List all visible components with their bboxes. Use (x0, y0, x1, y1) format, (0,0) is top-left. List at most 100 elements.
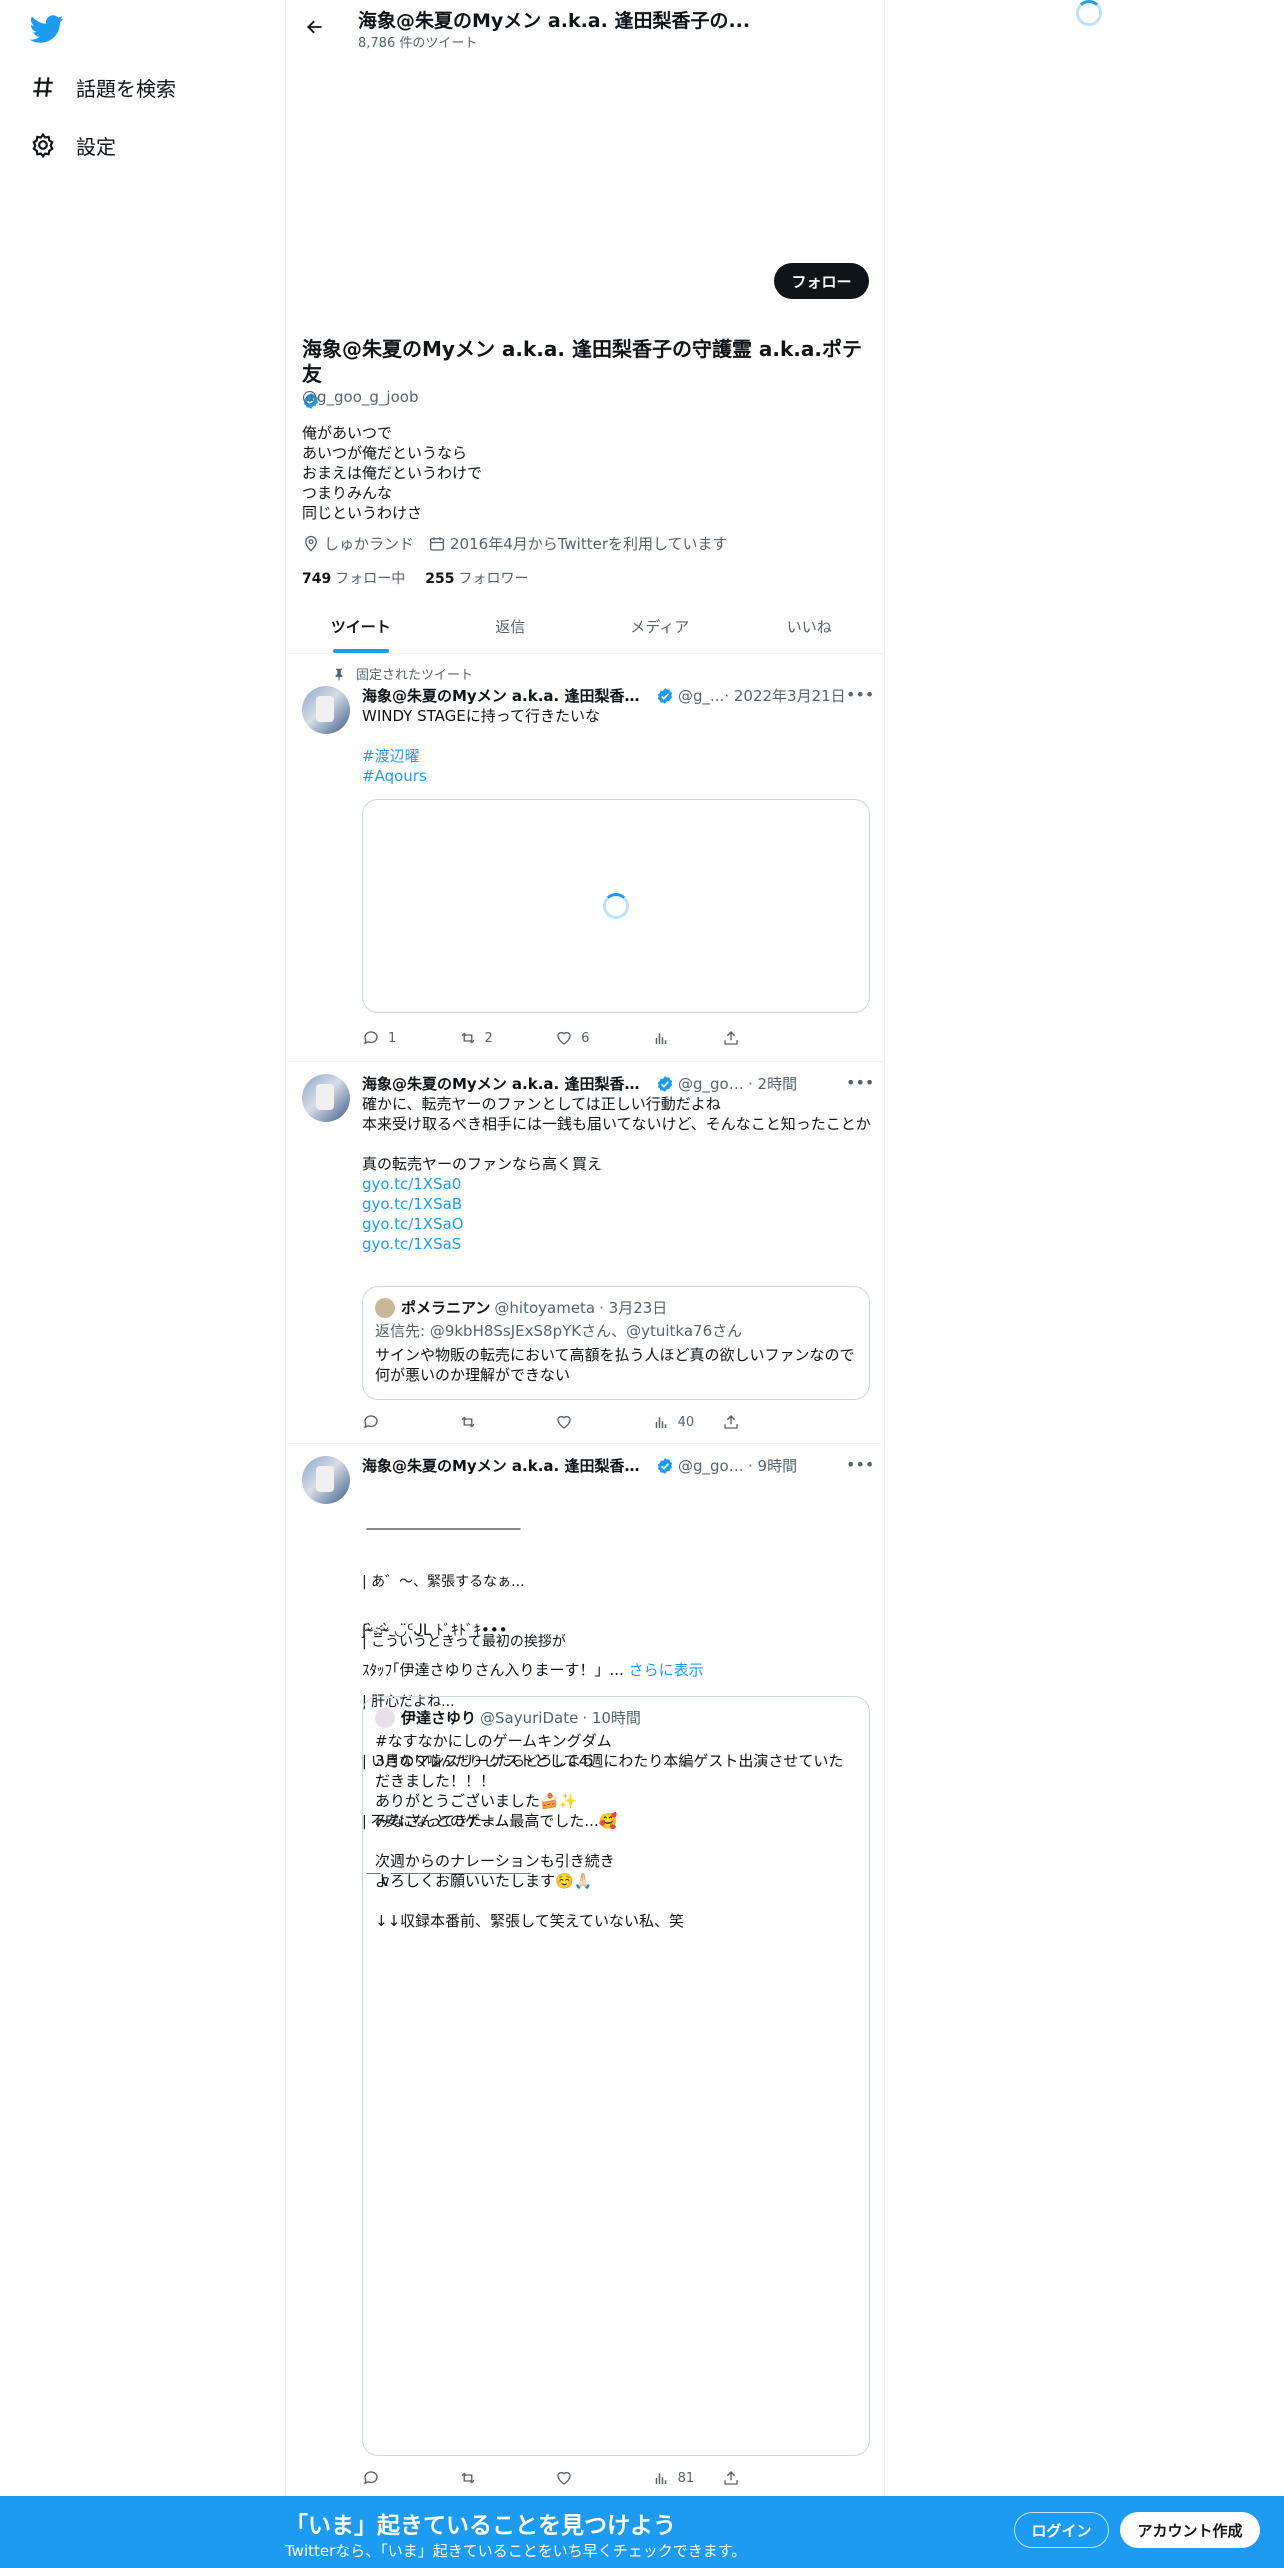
tweet-line-text: ｽﾀｯﾌ｢伊達さゆりさん入りまーす！」... (362, 1661, 624, 1679)
tweet-time[interactable]: · 2時間 (748, 1073, 797, 1094)
quote-author-name: ポメラニアン (401, 1299, 491, 1317)
media-placeholder[interactable] (362, 799, 870, 1013)
heart-icon (557, 1031, 571, 1045)
url-link[interactable]: gyo.tc/1XSaB (362, 1194, 872, 1214)
tweet[interactable]: 海象@朱夏のMyメン a.k.a. 逢田梨香子の守... @g_goo... ·… (286, 1444, 884, 2500)
quote-text: #なすなかにしのゲームキングダム 3月のマンスリーゲストとして4週にわたり本編ゲ… (375, 1731, 859, 1931)
twitter-logo-icon[interactable] (29, 12, 64, 46)
share-button[interactable] (722, 2468, 792, 2488)
tweet[interactable]: 海象@朱夏のMyメン a.k.a. 逢田梨香子の守... @g_goo... ·… (286, 1062, 884, 1444)
quote-line: 次週からのナレーションも引き続き (375, 1852, 615, 1870)
retweet-button[interactable] (459, 2468, 556, 2488)
show-more-link[interactable]: さらに表示 (629, 1661, 704, 1679)
profile-tabs: ツイート 返信 メディア いいね (286, 600, 884, 654)
reply-icon (363, 2471, 378, 2485)
nav-explore-label: 話題を検索 (76, 76, 176, 101)
analytics-icon (655, 2473, 666, 2484)
pin-icon (335, 668, 343, 680)
retweet-icon (461, 2472, 475, 2484)
hashtag-link[interactable]: #渡辺曜 (362, 746, 872, 766)
like-button[interactable] (555, 1412, 652, 1432)
tweet-time[interactable]: · 2022年3月21日 (724, 685, 845, 706)
hashtag-link[interactable]: #Aqours (362, 766, 872, 786)
views-button[interactable] (652, 1028, 722, 1048)
verified-badge-icon (657, 1075, 673, 1092)
tab-replies[interactable]: 返信 (436, 600, 586, 653)
tab-tweets[interactable]: ツイート (286, 600, 436, 653)
tweet-line (362, 726, 872, 746)
view-count: 81 (677, 2470, 695, 2486)
quote-author-handle: @hitoyameta (494, 1298, 596, 1317)
nav-settings[interactable]: 設定 (28, 123, 116, 167)
quoted-tweet[interactable]: 伊達さゆり @SayuriDate · 10時間 #なすなかにしのゲームキングダ… (362, 1696, 870, 2456)
tweet-author-name[interactable]: 海象@朱夏のMyメン a.k.a. 逢田梨香子の守... (362, 1073, 652, 1094)
reply-icon (363, 1031, 378, 1045)
like-button[interactable]: 6 (555, 1028, 652, 1048)
avatar[interactable] (302, 1456, 350, 1504)
login-button[interactable]: ログイン (1014, 2512, 1109, 2548)
tweet-line: 確かに、転売ヤーのファンとしては正しい行動だよね (362, 1095, 721, 1113)
followers-label: フォロワー (458, 571, 529, 587)
avatar[interactable] (302, 1074, 350, 1122)
more-options-icon[interactable]: ••• (846, 685, 874, 704)
quote-line: 何が悪いのか理解ができない (375, 1366, 571, 1384)
aa-line: | あ゛〜、緊張するなぁ... (362, 1574, 525, 1590)
bio-line: つまりみんな (302, 484, 393, 502)
verified-badge-icon (657, 1457, 673, 1474)
tweet-author-handle: @g_goo... (678, 1456, 748, 1475)
back-arrow-icon[interactable] (300, 12, 330, 42)
views-button[interactable]: 40 (652, 1412, 722, 1432)
bio-line: 同じというわけさ (302, 504, 423, 522)
url-link[interactable]: gyo.tc/1XSaO (362, 1214, 872, 1234)
nav-explore[interactable]: 話題を検索 (28, 65, 176, 109)
tweet-time[interactable]: · 9時間 (748, 1455, 797, 1476)
views-button[interactable]: 81 (652, 2468, 722, 2488)
location-pin-icon (305, 535, 317, 552)
main-column: 海象@朱夏のMyメン a.k.a. 逢田梨香子の... 8,786 件のツイート… (285, 0, 885, 2500)
avatar[interactable] (302, 686, 350, 734)
nav-settings-label: 設定 (76, 134, 116, 159)
share-icon (724, 2471, 738, 2485)
tweet-line: ｽﾀｯﾌ｢伊達さゆりさん入りまーす！」... さらに表示 (362, 1660, 872, 1680)
tweet-line: 真の転売ヤーのファンなら高く買え (362, 1155, 603, 1173)
quote-text: サインや物販の転売において高額を払う人ほど真の欲しいファンなので 何が悪いのか理… (375, 1345, 859, 1385)
more-options-icon[interactable]: ••• (846, 1073, 874, 1092)
tweet-author-name[interactable]: 海象@朱夏のMyメン a.k.a. 逢田梨香子... (362, 685, 652, 706)
url-link[interactable]: gyo.tc/1XSa0 (362, 1174, 872, 1194)
topbar-name: 海象@朱夏のMyメン a.k.a. 逢田梨香子の... (358, 10, 751, 32)
tweet[interactable]: 固定されたツイート 海象@朱夏のMyメン a.k.a. 逢田梨香子... @g_… (286, 654, 884, 1062)
following-label: フォロー中 (335, 571, 406, 587)
signup-button[interactable]: アカウント作成 (1120, 2512, 1260, 2548)
bio-line: 俺があいつで (302, 424, 393, 442)
followers-link[interactable]: 255 フォロワー (425, 568, 528, 588)
hashtag-link[interactable]: #なすなかにしのゲームキングダム (375, 1731, 859, 1751)
quote-time: · 10時間 (582, 1709, 641, 1727)
like-button[interactable] (555, 2468, 652, 2488)
share-icon (724, 1031, 738, 1045)
banner-subtitle: Twitterなら、「いま」起きていることをいち早くチェックできます。 (285, 2542, 747, 2560)
location: しゅかランド (302, 533, 414, 554)
tweet-line: WINDY STAGEに持って行きたいな (362, 707, 601, 725)
following-link[interactable]: 749 フォロー中 (302, 568, 405, 588)
reply-button[interactable] (362, 1412, 459, 1432)
more-options-icon[interactable]: ••• (846, 1455, 874, 1474)
share-button[interactable] (722, 1028, 792, 1048)
retweet-button[interactable]: 2 (459, 1028, 556, 1048)
quoted-tweet[interactable]: ポメラニアン @hitoyameta · 3月23日 返信先: @9kbH8Ss… (362, 1286, 870, 1400)
hashtag-icon (28, 72, 58, 102)
url-link[interactable]: gyo.tc/1XSaS (362, 1234, 872, 1254)
tweet-line (362, 1640, 872, 1660)
follow-button[interactable]: フォロー (774, 263, 869, 299)
tab-media[interactable]: メディア (585, 600, 735, 653)
retweet-button[interactable] (459, 1412, 556, 1432)
share-button[interactable] (722, 1412, 792, 1432)
profile-name: 海象@朱夏のMyメン a.k.a. 逢田梨香子の守護霊 a.k.a.ポテ友 (302, 337, 862, 386)
reply-button[interactable] (362, 2468, 459, 2488)
retweet-count: 2 (484, 1030, 493, 1046)
tab-likes[interactable]: いいね (735, 600, 885, 653)
tweet-line: 本来受け取るべき相手には一銭も届いてないけど、そんなこと知ったことか (362, 1115, 871, 1133)
quote-line: みなさんとのゲーム最高でした...🥰 (375, 1812, 618, 1830)
quote-line (375, 1891, 859, 1911)
reply-button[interactable]: 1 (362, 1028, 459, 1048)
tweet-actions: 40 (362, 1412, 792, 1432)
